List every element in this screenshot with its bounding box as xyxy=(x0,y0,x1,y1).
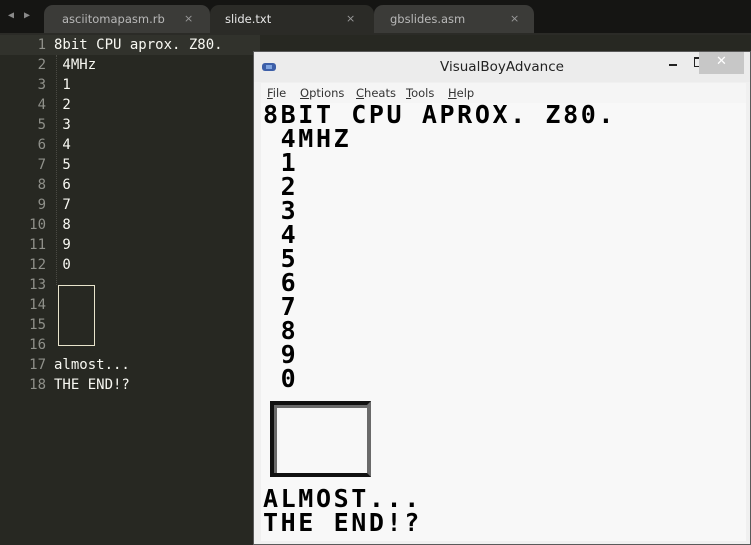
editor-line[interactable]: 5 3 xyxy=(0,115,260,135)
menu-accel: O xyxy=(300,86,310,100)
editor-line[interactable]: 18 THE END!? xyxy=(0,375,260,395)
close-icon[interactable]: × xyxy=(510,12,519,25)
menu-tools[interactable]: Tools xyxy=(406,86,434,100)
line-number: 15 xyxy=(29,317,46,333)
screen-box-outline xyxy=(270,401,371,477)
line-text: almost... xyxy=(54,357,130,373)
editor-line[interactable]: 7 5 xyxy=(0,155,260,175)
line-number: 12 xyxy=(29,257,46,273)
line-number: 5 xyxy=(37,117,46,133)
nav-back-icon[interactable]: ◀ xyxy=(8,10,14,21)
title-bar[interactable]: VisualBoyAdvance ✕ xyxy=(254,52,750,82)
editor-line[interactable]: 13 xyxy=(0,275,260,295)
line-number: 17 xyxy=(29,357,46,373)
tab-asciitomapasm[interactable]: asciitomapasm.rb × xyxy=(44,5,210,34)
line-number: 18 xyxy=(29,377,46,393)
tab-label: asciitomapasm.rb xyxy=(62,12,165,26)
screen-text-line: THE END!? xyxy=(263,508,422,537)
line-number: 10 xyxy=(29,217,46,233)
line-number: 2 xyxy=(37,57,46,73)
screen-text-line: 0 xyxy=(263,364,299,393)
visualboyadvance-window: VisualBoyAdvance ✕ File Options Cheats T… xyxy=(253,51,751,545)
line-number: 14 xyxy=(29,297,46,313)
line-text: 4 xyxy=(54,137,71,153)
line-number: 11 xyxy=(29,237,46,253)
editor-line[interactable]: 6 4 xyxy=(0,135,260,155)
line-number: 8 xyxy=(37,177,46,193)
line-text: 8 xyxy=(54,217,71,233)
menu-label: heats xyxy=(364,86,396,100)
line-text: 2 xyxy=(54,97,71,113)
editor-line[interactable]: 3 1 xyxy=(0,75,260,95)
menu-options[interactable]: Options xyxy=(300,86,344,100)
line-text: 6 xyxy=(54,177,71,193)
tab-bar: ◀ ▶ asciitomapasm.rb × gbslides.asm × sl… xyxy=(0,0,751,35)
menu-accel: C xyxy=(356,86,365,100)
editor-line[interactable]: 10 8 xyxy=(0,215,260,235)
line-number: 13 xyxy=(29,277,46,293)
editor-line[interactable]: 16 xyxy=(0,335,260,355)
tab-gbslides[interactable]: gbslides.asm × xyxy=(374,5,534,34)
line-text: 9 xyxy=(54,237,71,253)
line-number: 16 xyxy=(29,337,46,353)
editor-line[interactable]: 9 7 xyxy=(0,195,260,215)
editor-line[interactable]: 17 almost... xyxy=(0,355,260,375)
line-text: 7 xyxy=(54,197,71,213)
line-text: 4MHz xyxy=(54,57,97,73)
editor-line[interactable]: 15 xyxy=(0,315,260,335)
close-icon[interactable]: × xyxy=(184,12,193,25)
minimize-button[interactable] xyxy=(658,52,686,74)
tab-slide-txt[interactable]: slide.txt × xyxy=(210,5,374,34)
line-number: 1 xyxy=(37,37,46,53)
close-button[interactable]: ✕ xyxy=(699,52,744,74)
line-number: 7 xyxy=(37,157,46,173)
menu-help[interactable]: Help xyxy=(448,86,474,100)
close-icon[interactable]: × xyxy=(346,12,355,25)
line-text: 5 xyxy=(54,157,71,173)
line-text: 8bit CPU aprox. Z80. xyxy=(54,37,223,53)
line-number: 6 xyxy=(37,137,46,153)
editor-line[interactable]: 8 6 xyxy=(0,175,260,195)
menu-label: ptions xyxy=(309,86,345,100)
menu-label: ools xyxy=(411,86,435,100)
line-number: 3 xyxy=(37,77,46,93)
editor-line[interactable]: 2 4MHz xyxy=(0,55,260,75)
menu-cheats[interactable]: Cheats xyxy=(356,86,396,100)
editor-line[interactable]: 14 xyxy=(0,295,260,315)
line-number: 9 xyxy=(37,197,46,213)
line-number: 4 xyxy=(37,97,46,113)
gameboy-screen: 8BIT CPU APROX. Z80. 4MHZ 1 2 3 4 5 6 7 … xyxy=(261,102,746,541)
line-text: 3 xyxy=(54,117,71,133)
menu-accel: H xyxy=(448,86,457,100)
line-text: 1 xyxy=(54,77,71,93)
menu-label: elp xyxy=(456,86,475,100)
menu-label: ile xyxy=(272,86,287,100)
editor-line[interactable]: 1 8bit CPU aprox. Z80. xyxy=(0,35,260,55)
line-text: THE END!? xyxy=(54,377,130,393)
tab-label: gbslides.asm xyxy=(390,12,466,26)
text-box-outline xyxy=(58,285,95,346)
editor-line[interactable]: 11 9 xyxy=(0,235,260,255)
line-text: 0 xyxy=(54,257,71,273)
editor-line[interactable]: 12 0 xyxy=(0,255,260,275)
nav-forward-icon[interactable]: ▶ xyxy=(24,10,30,21)
tab-label: slide.txt xyxy=(225,12,272,26)
editor-line[interactable]: 4 2 xyxy=(0,95,260,115)
menu-file[interactable]: File xyxy=(267,86,286,100)
